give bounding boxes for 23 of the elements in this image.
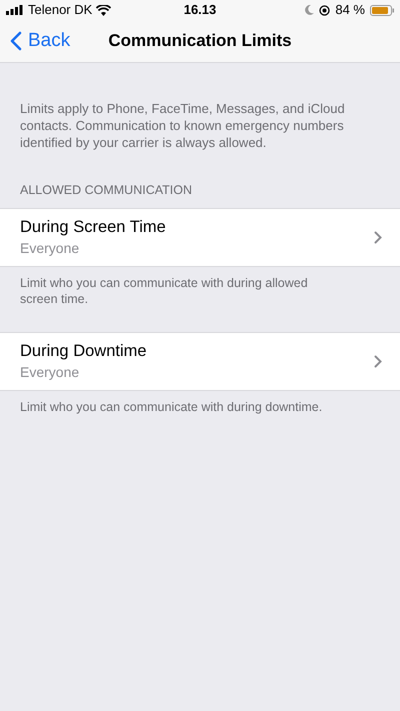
- battery-percentage: 84 %: [335, 1, 365, 20]
- carrier-name: Telenor DK: [28, 1, 92, 20]
- clock: 16.13: [182, 1, 218, 20]
- wifi-icon: [96, 4, 112, 16]
- back-button[interactable]: Back: [0, 26, 70, 56]
- signal-icon: [6, 5, 24, 15]
- rotation-lock-icon: [319, 4, 330, 16]
- section-header: ALLOWED COMMUNICATION: [19, 182, 193, 199]
- chevron-right-icon: [374, 230, 382, 244]
- row-title: During Screen Time: [20, 216, 167, 238]
- moon-icon: [305, 5, 314, 15]
- list-row[interactable]: During Screen Time Everyone: [0, 208, 400, 267]
- row-value: Everyone: [20, 238, 80, 258]
- description-text: Limits apply to Phone, FaceTime, Messages, and iCloud contacts. Communication to known emergency numbers identified by your carrier is always allowed.: [19, 100, 346, 151]
- list-row[interactable]: During Downtime Everyone: [0, 332, 400, 391]
- screen-title: Communication Limits: [108, 30, 292, 52]
- row-value: Everyone: [20, 362, 80, 382]
- battery-icon: [370, 4, 394, 16]
- chevron-right-icon: [374, 354, 382, 368]
- row-title: During Downtime: [20, 340, 148, 362]
- chevron-left-icon: [10, 31, 22, 51]
- section-footer: Limit who you can communicate with during allowed screen time.: [0, 266, 400, 307]
- section-footer: Limit who you can communicate with during downtime.: [0, 390, 400, 415]
